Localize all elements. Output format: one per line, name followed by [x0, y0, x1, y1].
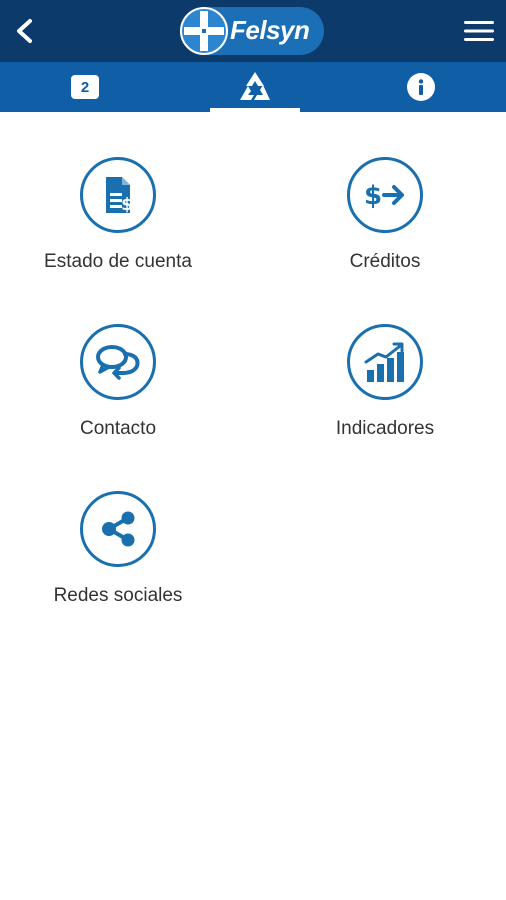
- chevron-left-icon: [17, 19, 32, 43]
- menu-item-label: Estado de cuenta: [44, 251, 192, 272]
- menu-item-creditos[interactable]: $ Créditos: [265, 157, 505, 307]
- recycle-logo-icon: [240, 72, 270, 100]
- account-statement-icon: $: [80, 157, 156, 233]
- menu-item-estado-de-cuenta[interactable]: $ Estado de cuenta: [0, 157, 238, 307]
- app-header: Felsyn: [0, 0, 506, 62]
- menu-item-label: Contacto: [79, 418, 157, 439]
- tab-notifications[interactable]: 2: [0, 62, 170, 112]
- menu-item-contacto[interactable]: Contacto: [0, 324, 238, 474]
- share-icon: [80, 491, 156, 567]
- tab-info[interactable]: [336, 62, 506, 112]
- tab-home[interactable]: [210, 62, 300, 112]
- chat-bubbles-icon: [80, 324, 156, 400]
- svg-text:$: $: [121, 195, 133, 215]
- logo-text: Felsyn: [230, 15, 310, 45]
- bar-chart-icon: [347, 324, 423, 400]
- active-tab-indicator: [210, 108, 300, 112]
- svg-text:$: $: [364, 181, 382, 211]
- menu-item-label: Créditos: [349, 251, 421, 272]
- credit-transfer-icon: $: [347, 157, 423, 233]
- menu-item-label: Indicadores: [335, 418, 435, 439]
- tab-bar: 2: [0, 62, 506, 112]
- hamburger-menu-icon: [464, 21, 494, 41]
- info-icon: [407, 73, 435, 101]
- notification-badge: 2: [71, 75, 99, 99]
- back-button[interactable]: [8, 14, 42, 48]
- menu-item-redes-sociales[interactable]: Redes sociales: [0, 491, 238, 641]
- menu-item-indicadores[interactable]: Indicadores: [265, 324, 505, 474]
- felsyn-logo: Felsyn: [178, 3, 326, 59]
- menu-button[interactable]: [460, 14, 498, 48]
- menu-item-label: Redes sociales: [53, 585, 183, 606]
